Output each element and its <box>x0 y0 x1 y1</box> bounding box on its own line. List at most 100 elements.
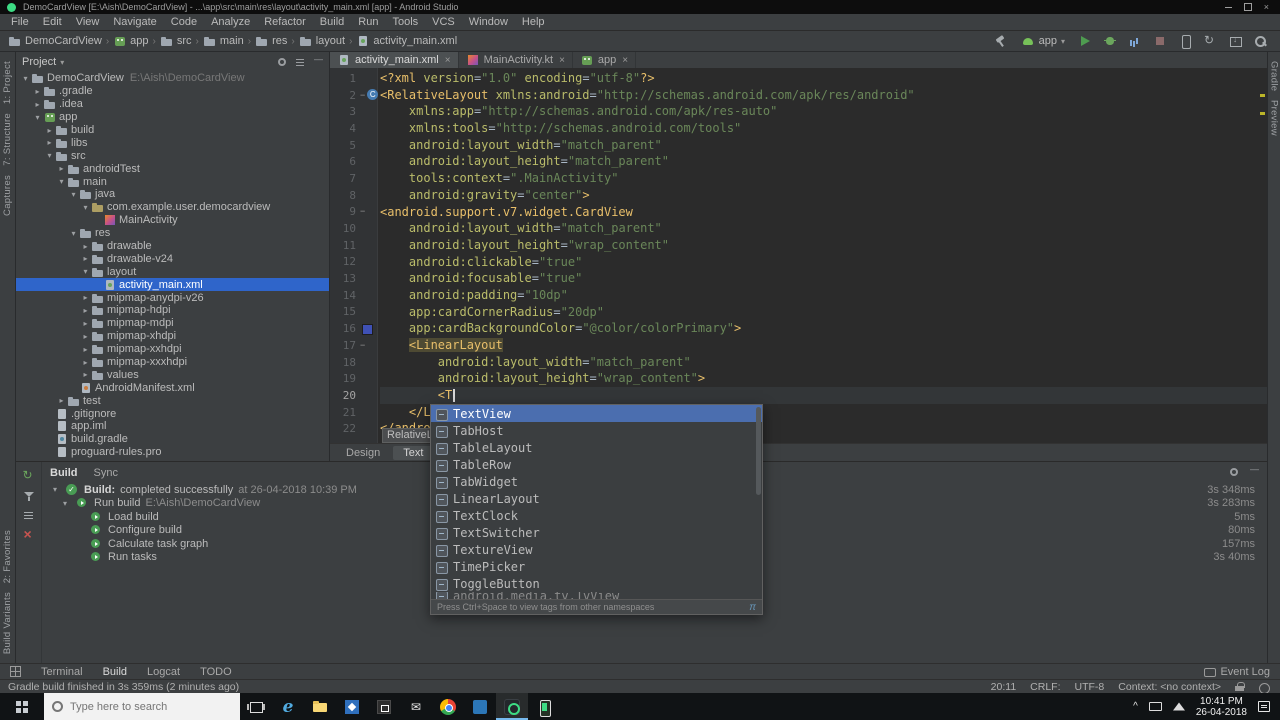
taskbar-app-task-view[interactable] <box>240 693 272 720</box>
code-line[interactable]: android:clickable="true" <box>380 254 1267 271</box>
collapse-all-icon[interactable] <box>295 57 305 67</box>
code-line[interactable]: android:layout_width="match_parent" <box>380 137 1267 154</box>
taskbar-app-store[interactable] <box>368 693 400 720</box>
tree-item-res[interactable]: ▾ res <box>16 227 329 240</box>
menu-run[interactable]: Run <box>351 16 385 28</box>
start-button[interactable] <box>0 693 44 720</box>
filter-icon[interactable] <box>22 489 36 503</box>
taskbar-app-file-explorer[interactable] <box>304 693 336 720</box>
hide-panel-icon[interactable] <box>313 54 323 67</box>
breadcrumb-item-activity-main-xml[interactable]: activity_main.xml <box>356 35 457 47</box>
taskbar-app-vs-code[interactable] <box>464 693 496 720</box>
fold-marker[interactable]: − <box>360 90 365 100</box>
menu-code[interactable]: Code <box>164 16 204 28</box>
build-tab-sync[interactable]: Sync <box>94 467 118 479</box>
tree-arrow[interactable]: ▾ <box>68 229 79 238</box>
chevron-down-icon[interactable]: ▾ <box>60 58 64 67</box>
tool-button-preview[interactable]: Preview <box>1269 100 1280 136</box>
tree-item-test[interactable]: ▸ test <box>16 394 329 407</box>
hide-panel-icon[interactable] <box>1249 464 1259 477</box>
rerun-build-icon[interactable] <box>22 469 36 483</box>
lock-icon[interactable] <box>1235 681 1245 692</box>
tree-arrow[interactable]: ▸ <box>80 370 91 379</box>
tree-arrow[interactable]: ▾ <box>44 151 55 160</box>
editor-scrollbar[interactable] <box>1257 68 1267 443</box>
collapse-arrow-icon[interactable]: ▾ <box>50 485 60 494</box>
tree-arrow[interactable]: ▸ <box>80 242 91 251</box>
breadcrumb-item-res[interactable]: res <box>255 35 287 47</box>
relevance-sort-icon[interactable]: π <box>749 602 756 613</box>
completion-item-linearlayout[interactable]: LinearLayout <box>431 490 762 507</box>
taskbar-clock[interactable]: 10:41 PM 26-04-2018 <box>1196 696 1247 718</box>
tree-item-proguard-rules-pro[interactable]: proguard-rules.pro <box>16 446 329 459</box>
expand-all-icon[interactable] <box>22 509 36 523</box>
menu-window[interactable]: Window <box>462 16 515 28</box>
network-icon[interactable] <box>1172 702 1185 711</box>
fold-marker[interactable]: − <box>360 207 365 216</box>
tree-arrow[interactable]: ▾ <box>80 203 91 212</box>
menu-vcs[interactable]: VCS <box>425 16 462 28</box>
breadcrumb-item-layout[interactable]: layout <box>299 35 345 47</box>
file-encoding[interactable]: UTF-8 <box>1075 681 1105 693</box>
touch-keyboard-icon[interactable] <box>1148 702 1162 711</box>
minimize-button[interactable] <box>1225 7 1232 8</box>
tool-window-button-logcat[interactable]: Logcat <box>147 666 180 678</box>
close-tab-icon[interactable]: × <box>559 55 565 66</box>
sync-icon[interactable] <box>1202 33 1218 49</box>
tree-item-mipmap-anydpi-v26[interactable]: ▸ mipmap-anydpi-v26 <box>16 291 329 304</box>
tool-window-switcher-icon[interactable] <box>10 666 21 677</box>
sdk-icon[interactable] <box>1227 33 1243 49</box>
menu-edit[interactable]: Edit <box>36 16 69 28</box>
tree-item-build[interactable]: ▸ build <box>16 124 329 137</box>
breadcrumb-item-main[interactable]: main <box>203 35 244 47</box>
tree-arrow[interactable]: ▸ <box>56 396 67 405</box>
breadcrumb-item-app[interactable]: app <box>113 35 149 47</box>
tree-item-mipmap-xxhdpi[interactable]: ▸ mipmap-xxhdpi <box>16 343 329 356</box>
hidden-icons-chevron[interactable]: ^ <box>1133 701 1138 712</box>
debug-icon[interactable] <box>1102 33 1118 49</box>
completion-item-togglebutton[interactable]: ToggleButton <box>431 575 762 592</box>
tree-item-drawable-v24[interactable]: ▸ drawable-v24 <box>16 252 329 265</box>
code-line[interactable]: android:layout_width="match_parent" <box>380 220 1267 237</box>
tree-item-idea[interactable]: ▸ .idea <box>16 98 329 111</box>
code-line[interactable]: tools:context=".MainActivity" <box>380 170 1267 187</box>
breadcrumb-item-democardview[interactable]: DemoCardView <box>8 35 102 47</box>
collapse-arrow-icon[interactable]: ▾ <box>60 499 70 508</box>
tree-item-gradle[interactable]: ▸ .gradle <box>16 85 329 98</box>
code-line[interactable]: <LinearLayout <box>380 337 1267 354</box>
code-line[interactable]: <T <box>380 387 1267 404</box>
tree-arrow[interactable]: ▸ <box>80 306 91 315</box>
indicator-icon[interactable] <box>1258 681 1272 694</box>
tree-arrow[interactable]: ▸ <box>80 293 91 302</box>
completion-scrollbar[interactable] <box>756 407 761 495</box>
completion-item-textclock[interactable]: TextClock <box>431 507 762 524</box>
hammer-icon[interactable] <box>993 33 1009 49</box>
taskbar-app-edge[interactable]: e <box>272 693 304 720</box>
caret-position[interactable]: 20:11 <box>991 681 1017 693</box>
tool-button-gradle[interactable]: Gradle <box>1269 61 1280 91</box>
code-line[interactable]: android:gravity="center"> <box>380 187 1267 204</box>
tree-arrow[interactable]: ▸ <box>44 138 55 147</box>
taskbar-app-emulator[interactable] <box>528 693 560 720</box>
tree-arrow[interactable]: ▾ <box>20 74 31 83</box>
context-indicator[interactable]: Context: <no context> <box>1118 681 1221 693</box>
tree-item-values[interactable]: ▸ values <box>16 368 329 381</box>
tree-arrow[interactable]: ▸ <box>32 87 43 96</box>
menu-navigate[interactable]: Navigate <box>106 16 163 28</box>
completion-item-android-media-tv-tvview[interactable]: android.media.tv.TvView <box>431 592 762 599</box>
breadcrumb-item-src[interactable]: src <box>160 35 192 47</box>
stop-icon[interactable] <box>1152 33 1168 49</box>
tree-item-drawable[interactable]: ▸ drawable <box>16 240 329 253</box>
tool-button-build-variants[interactable]: Build Variants <box>2 592 13 654</box>
tree-arrow[interactable]: ▾ <box>80 267 91 276</box>
completion-item-textswitcher[interactable]: TextSwitcher <box>431 524 762 541</box>
taskbar-app-chrome[interactable] <box>432 693 464 720</box>
tree-item-java[interactable]: ▾ java <box>16 188 329 201</box>
tool-window-button-terminal[interactable]: Terminal <box>41 666 83 678</box>
tree-item-main[interactable]: ▾ main <box>16 175 329 188</box>
tree-arrow[interactable]: ▸ <box>56 164 67 173</box>
tree-item-mipmap-xhdpi[interactable]: ▸ mipmap-xhdpi <box>16 330 329 343</box>
tree-arrow[interactable]: ▸ <box>32 100 43 109</box>
build-tab-build[interactable]: Build <box>50 467 78 479</box>
tool-window-button-todo[interactable]: TODO <box>200 666 232 678</box>
